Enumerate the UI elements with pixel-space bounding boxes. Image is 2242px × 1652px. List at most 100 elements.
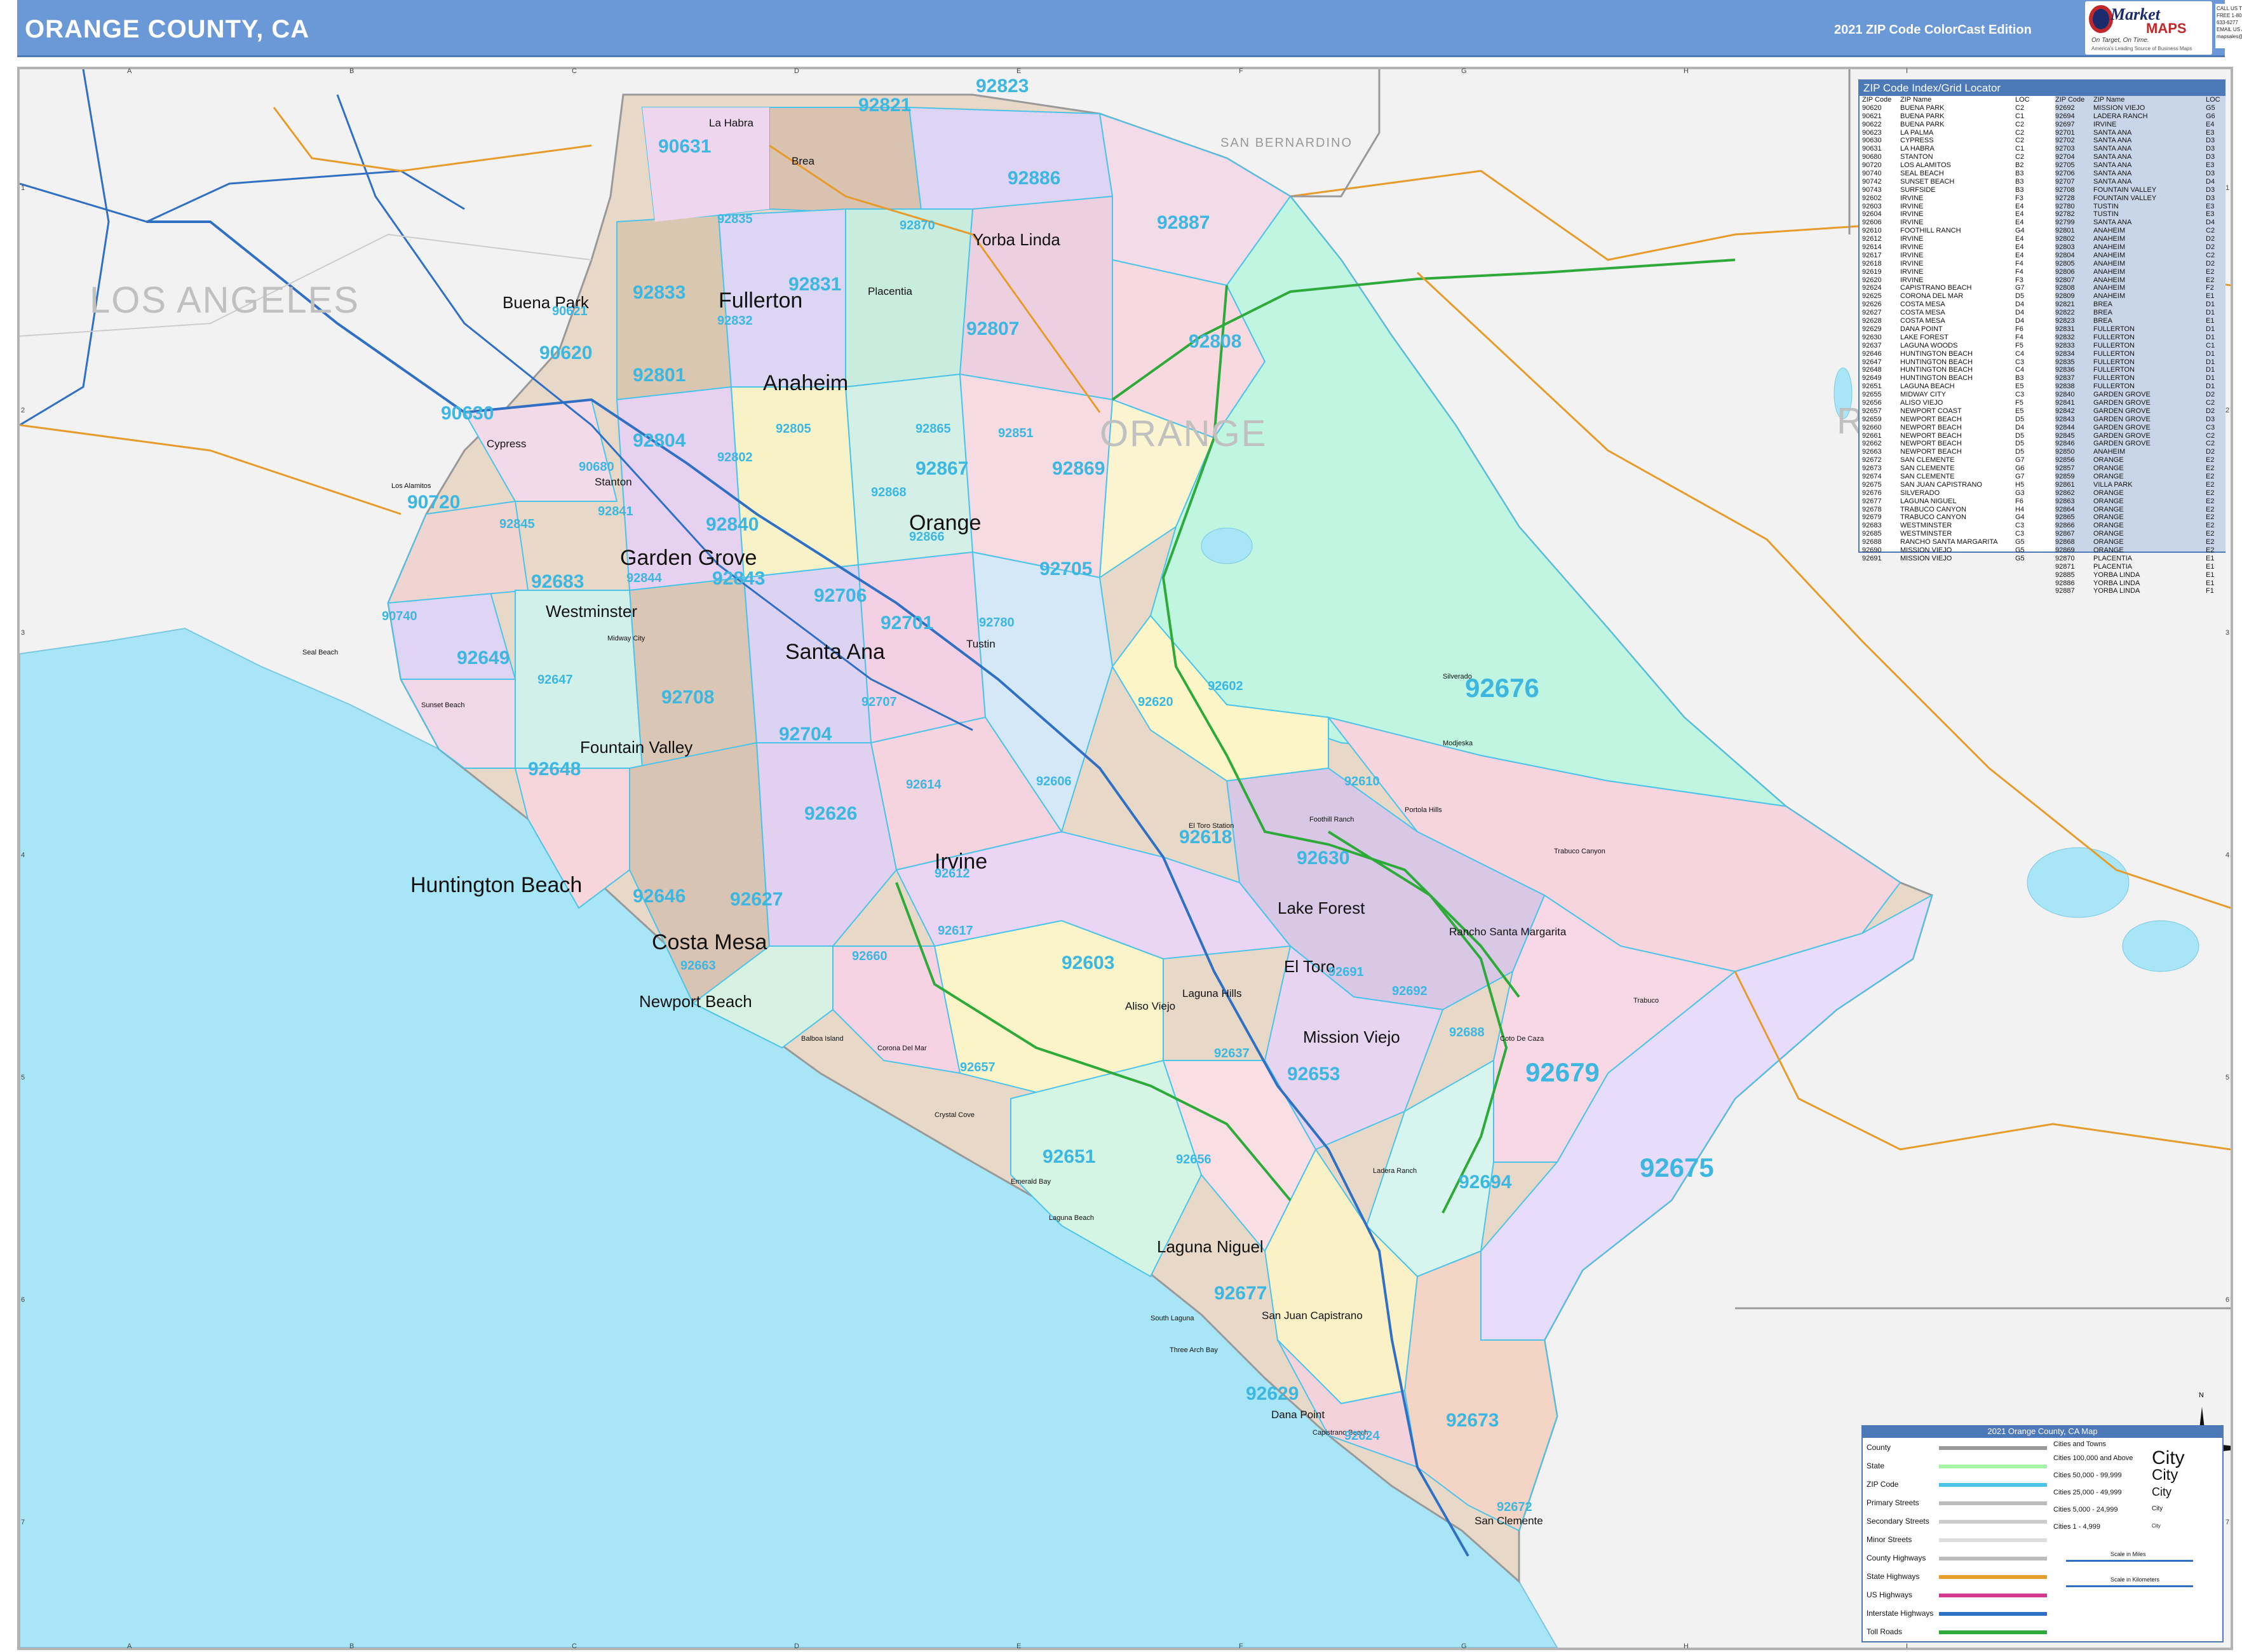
zip-label: 92656 [1176,1153,1212,1167]
city-newport-beach: Newport Beach [639,992,752,1011]
grid-col-label: D [794,67,799,75]
zip-index-cell: IRVINE [1900,210,1924,219]
zip-index-cell: C2 [2015,128,2025,137]
zip-index-cell: 92887 [2055,587,2075,595]
place-corona-del-mar: Corona Del Mar [877,1045,927,1052]
zip-index-header: ZIP Name [2093,96,2125,104]
zip-index-cell: COSTA MESA [1900,309,1945,317]
zip-label: 92841 [598,504,633,518]
zip-label: 92624 [1344,1429,1380,1443]
city-anaheim: Anaheim [763,371,849,395]
zip-label: 92691 [1328,965,1364,979]
zip-index-cell: 92705 [2055,161,2075,170]
place-ladera-ranch: Ladera Ranch [1373,1167,1417,1175]
zip-index-cell: 90680 [1862,153,1882,161]
zip-index-cell: D5 [2015,415,2025,423]
zip-label: 92677 [1214,1283,1267,1304]
brand-mark-inner-icon [2093,9,2109,29]
zip-index-cell: 92637 [1862,341,1882,349]
zip-index-cell: MISSION VIEJO [1900,546,1952,554]
zip-index-cell: ANAHEIM [2093,276,2126,284]
zip-index-cell: 92655 [1862,391,1882,399]
zip-index-cell: SURFSIDE [1900,186,1936,194]
legend-city-row: Cities 50,000 - 99,999 [2053,1472,2122,1479]
city-huntington-beach: Huntington Beach [410,873,583,897]
zip-index-cell: 92646 [1862,349,1882,358]
zip-index-cell: FOOTHILL RANCH [1900,227,1961,235]
zip-index-cell: D2 [2206,448,2215,456]
grid-col-label: D [794,1642,799,1650]
zip-index-cell: 92728 [2055,194,2075,202]
zip-index-cell: 92647 [1862,358,1882,366]
zip-index-cell: IRVINE [1900,243,1924,252]
zip-index-cell: TUSTIN [2093,210,2119,219]
zip-label: 92840 [706,514,759,535]
zip-index-cell: PLACENTIA [2093,554,2133,562]
lake [2122,920,2199,972]
zip-index-cell: IRVINE [1900,202,1924,210]
zip-index-cell: DANA POINT [1900,325,1943,333]
legend-city-sample: City [2152,1523,2161,1529]
zip-index-cell: LAGUNA BEACH [1900,383,1955,391]
zip-index-cell: D3 [2206,415,2215,423]
zip-index-cell: D1 [2206,309,2215,317]
zip-label: 92807 [966,318,1020,339]
zip-index-cell: B3 [2015,170,2024,178]
zip-index-cell: F4 [2015,259,2023,267]
legend-swatch [1939,1594,2047,1597]
zip-index-cell: C3 [2015,522,2025,530]
zip-label: 92679 [1525,1057,1600,1087]
zip-index-cell: ANAHEIM [2093,235,2126,243]
zip-label: 92843 [712,568,766,589]
legend-city-row: Cities 1 - 4,999 [2053,1523,2100,1531]
zip-index-cell: 92841 [2055,398,2075,407]
legend-item-label: Minor Streets [1867,1535,1912,1544]
zip-index-cell: BREA [2093,309,2112,317]
zip-index-cell: E4 [2015,243,2024,252]
legend-city-sample: City [2152,1505,2163,1512]
zip-label: 90620 [539,342,593,363]
zip-index-cell: FOUNTAIN VALLEY [2093,186,2157,194]
zip-label: 92663 [680,959,716,973]
zip-index-cell: CORONA DEL MAR [1900,292,1964,301]
zip-index-cell: F6 [2015,497,2023,505]
city-tustin: Tustin [966,638,996,650]
zip-index-cell: 92703 [2055,145,2075,153]
zip-label: 92626 [804,803,858,824]
zip-label: 92649 [457,647,510,668]
zip-index-cell: E2 [2206,472,2215,480]
legend-item-label: State Highways [1867,1572,1920,1581]
zip-label: 92832 [717,314,753,328]
zip-index-cell: 92843 [2055,415,2075,423]
legend-item-label: State [1867,1461,1885,1470]
place-laguna-beach: Laguna Beach [1049,1214,1094,1222]
zip-index-cell: LOS ALAMITOS [1900,161,1951,170]
zip-index-cell: 92706 [2055,170,2075,178]
zip-index-cell: 92857 [2055,464,2075,473]
brand-logo: Market MAPS On Target, On Time. America'… [2085,1,2212,55]
zip-index-cell: WESTMINSTER [1900,522,1952,530]
zip-label: 92801 [633,365,686,386]
zip-label: 92886 [1008,168,1061,189]
zip-index-cell: FULLERTON [2093,341,2135,349]
city-lake-forest: Lake Forest [1278,898,1365,917]
zip-index-cell: E3 [2206,210,2215,219]
zip-index-cell: FULLERTON [2093,358,2135,366]
zip-index-cell: GARDEN GROVE [2093,423,2151,431]
zip-index-cell: 92869 [2055,546,2075,554]
zip-index-cell: D3 [2206,137,2215,145]
grid-row-label: 6 [2225,1296,2230,1304]
zip-index-cell: E1 [2206,579,2215,587]
grid-col-label: C [572,1642,577,1650]
city-garden-grove: Garden Grove [620,546,757,570]
zip-index-cell: ORANGE [2093,546,2124,554]
zip-index-cell: D3 [2206,170,2215,178]
zip-index-cell: FULLERTON [2093,349,2135,358]
legend-city-row: Cities 25,000 - 49,999 [2053,1489,2122,1496]
zip-index-cell: C2 [2206,440,2215,448]
zip-index-cell: BUENA PARK [1900,120,1945,128]
legend-item-label: US Highways [1867,1590,1913,1599]
zip-index-cell: ANAHEIM [2093,259,2126,267]
zip-index-cell: 92618 [1862,259,1882,267]
zip-index-cell: E2 [2206,538,2215,546]
